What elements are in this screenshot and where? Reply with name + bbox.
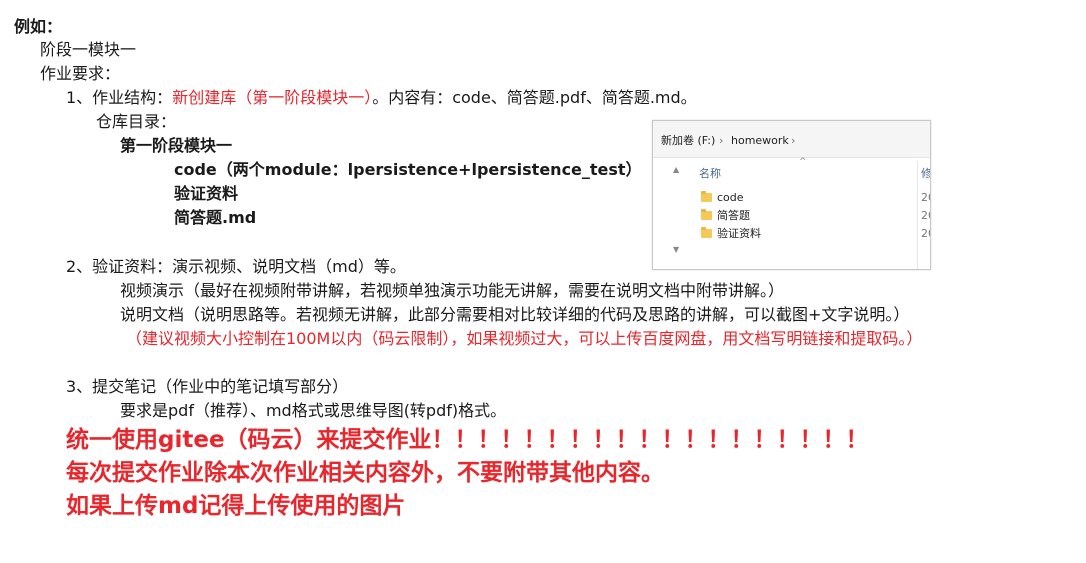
item3-label: 3、提交笔记（作业中的笔记填写部分） <box>66 377 349 396</box>
folder-icon <box>701 209 712 220</box>
tree-code: code（两个module：lpersistence+lpersistence_… <box>174 160 642 179</box>
folder-icon <box>701 191 712 202</box>
path-separator: › <box>719 134 724 147</box>
tree-verify: 验证资料 <box>174 184 239 203</box>
item2-note: （建议视频大小控制在100M以内（码云限制），如果视频过大，可以上传百度网盘，用… <box>126 329 923 348</box>
column-header-name: 名称 <box>699 167 721 180</box>
file-date: 20 <box>921 191 930 204</box>
tree-root: 第一阶段模块一 <box>120 136 233 155</box>
scroll-down-icon: ▼ <box>673 245 680 254</box>
stage-title: 阶段一模块一 <box>40 40 137 59</box>
file-name: 简答题 <box>717 209 750 222</box>
emphasis-line2: 每次提交作业除本次作业相关内容外，不要附带其他内容。 <box>66 460 664 486</box>
item1-repo: 新创建库（第一阶段模块一） <box>172 88 373 107</box>
item2-label: 2、验证资料：演示视频、说明文档（md）等。 <box>66 257 406 276</box>
file-name: code <box>717 191 744 204</box>
item1-contents: 。内容有：code、简答题.pdf、简答题.md。 <box>372 88 697 107</box>
address-bar: 新加卷 (F:) › homework › <box>653 121 930 158</box>
scrollbar: ▲ ▼ <box>673 165 685 261</box>
explorer-screenshot: 新加卷 (F:) › homework › ^ 名称 修 ▲ ▼ code 20… <box>652 120 931 270</box>
item3-format: 要求是pdf（推荐）、md格式或思维导图(转pdf)格式。 <box>120 401 507 420</box>
file-row: 验证资料 20 <box>701 227 930 243</box>
folder-icon <box>701 227 712 238</box>
path-drive: 新加卷 (F:) <box>661 134 716 147</box>
file-row: 简答题 20 <box>701 209 930 225</box>
repo-dir-label: 仓库目录： <box>96 112 177 131</box>
heading: 例如： <box>14 17 63 36</box>
column-header-modified: 修 <box>921 167 931 180</box>
requirement-title: 作业要求： <box>40 64 121 83</box>
emphasis-line3: 如果上传md记得上传使用的图片 <box>66 493 406 519</box>
item1-label: 1、作业结构： <box>66 88 173 107</box>
file-date: 20 <box>921 227 930 240</box>
item2-video: 视频演示（最好在视频附带讲解，若视频单独演示功能无讲解，需要在说明文档中附带讲解… <box>120 281 785 300</box>
item1-line: 1、作业结构：新创建库（第一阶段模块一）。内容有：code、简答题.pdf、简答… <box>66 87 697 109</box>
file-name: 验证资料 <box>717 227 761 240</box>
tree-answers: 简答题.md <box>174 208 257 227</box>
item2-doc: 说明文档（说明思路等。若视频无讲解，此部分需要相对比较详细的代码及思路的讲解，可… <box>120 305 910 324</box>
sort-up-icon: ^ <box>799 157 807 167</box>
scroll-up-icon: ▲ <box>673 165 680 174</box>
path-folder: homework <box>731 134 789 147</box>
file-date: 20 <box>921 209 930 222</box>
path-separator-2: › <box>791 134 796 147</box>
file-row: code 20 <box>701 191 930 207</box>
emphasis-line1: 统一使用gitee（码云）来提交作业！！！！！！！！！！！！！！！！！！！ <box>66 427 869 453</box>
